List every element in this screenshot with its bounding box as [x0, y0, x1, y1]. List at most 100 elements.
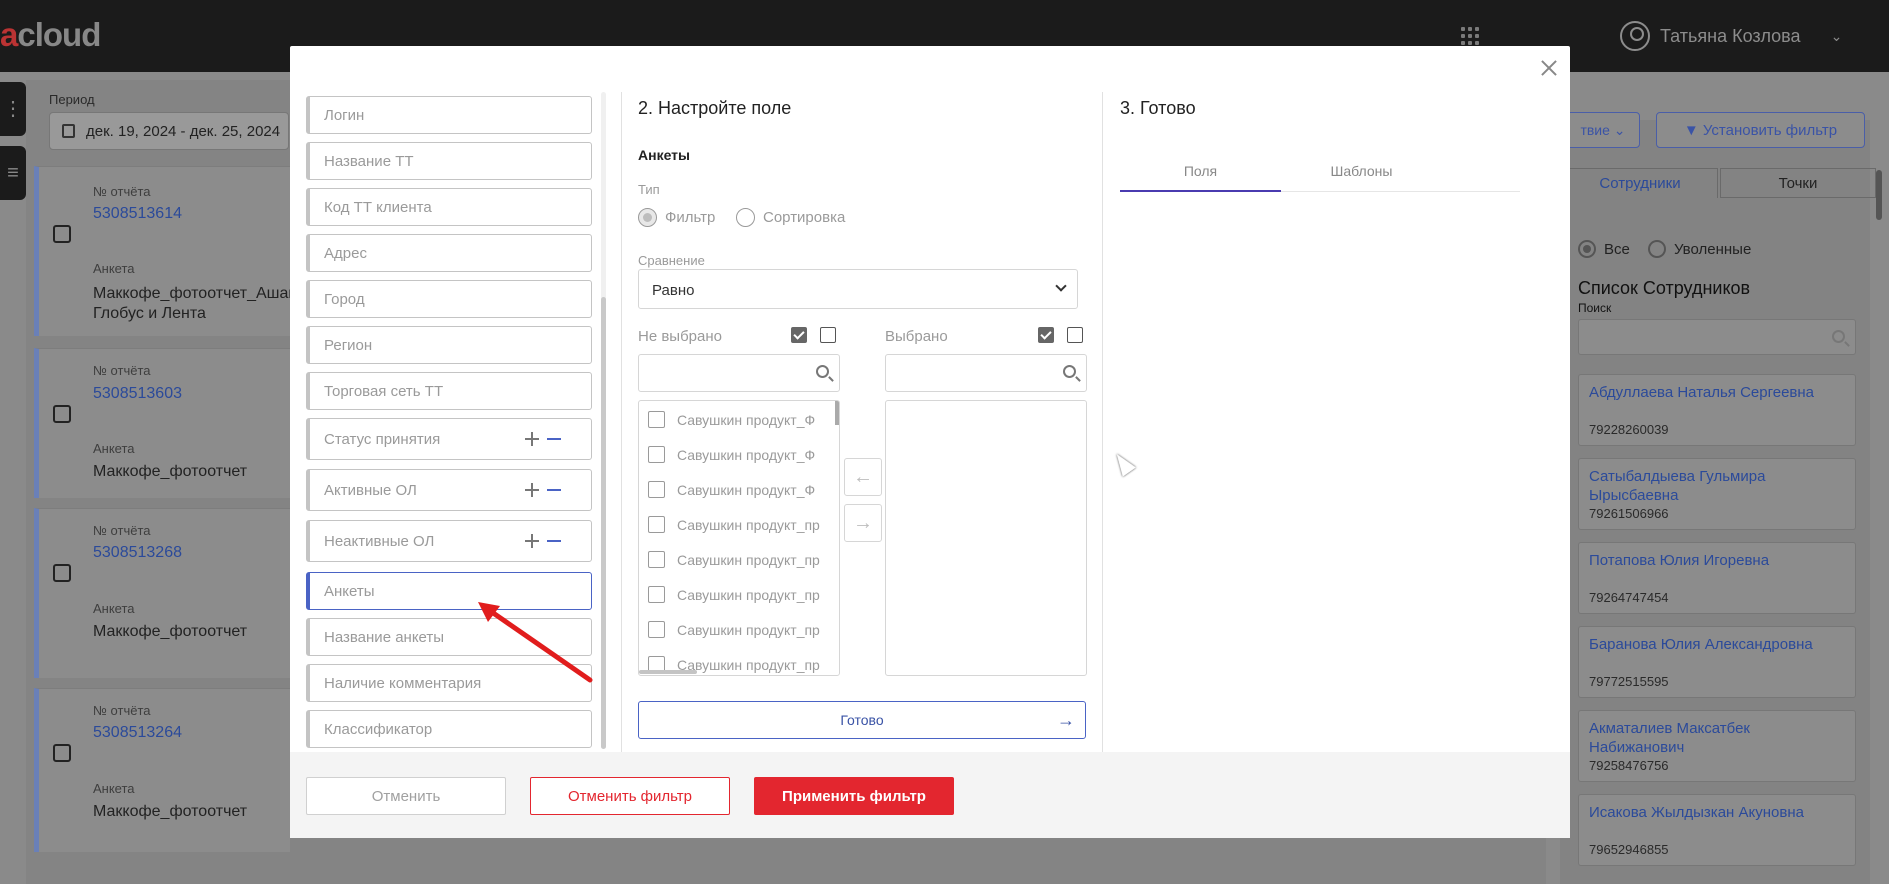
field-item[interactable]: Регион	[306, 326, 592, 364]
done-button[interactable]: Готово →	[638, 701, 1086, 739]
employee-card[interactable]: Исакова Жылдызкан Акуновна 79652946855	[1578, 794, 1856, 866]
step3-title: 3. Готово	[1120, 98, 1196, 118]
move-right-button[interactable]: →	[844, 504, 882, 542]
hamburger-menu-icon[interactable]: ≡	[0, 146, 26, 200]
field-item[interactable]: Город	[306, 280, 592, 318]
employee-card[interactable]: Акматалиев Максатбек Набижанович 79258476…	[1578, 710, 1856, 782]
radio-all[interactable]: Все	[1578, 240, 1630, 258]
selected-search-input[interactable]	[885, 354, 1087, 392]
select-all-checkbox[interactable]	[1038, 327, 1054, 343]
not-selected-list[interactable]: Савушкин продукт_Ф Савушкин продукт_Ф Са…	[638, 400, 840, 676]
field-item[interactable]: Код ТТ клиента	[306, 188, 592, 226]
cancel-button[interactable]: Отменить	[306, 777, 506, 815]
list-item[interactable]: Савушкин продукт_пр	[648, 586, 820, 603]
report-number-link[interactable]: 5308513264	[93, 724, 182, 742]
radio-sort[interactable]: Сортировка	[736, 208, 845, 227]
more-menu-icon[interactable]: ⋮	[0, 82, 26, 136]
deselect-all-checkbox[interactable]	[1067, 327, 1083, 343]
item-checkbox[interactable]	[648, 446, 665, 463]
list-item[interactable]: Савушкин продукт_Ф	[648, 446, 815, 463]
field-item[interactable]: Классификатор	[306, 710, 592, 748]
report-number-label: № отчёта	[93, 703, 151, 718]
field-item[interactable]: Название ТТ	[306, 142, 592, 180]
minus-icon[interactable]	[547, 540, 561, 542]
report-checkbox[interactable]	[53, 744, 71, 762]
anketa-label: Анкета	[93, 441, 135, 456]
employee-card[interactable]: Сатыбалдыева Гульмира Ырысбаевна 79261506…	[1578, 458, 1856, 530]
report-number-link[interactable]: 5308513268	[93, 544, 182, 562]
item-checkbox[interactable]	[648, 621, 665, 638]
plus-icon[interactable]	[525, 483, 539, 497]
minus-icon[interactable]	[547, 438, 561, 440]
cancel-filter-button[interactable]: Отменить фильтр	[530, 777, 730, 815]
calendar-icon	[62, 124, 75, 138]
field-item[interactable]: Торговая сеть ТТ	[306, 372, 592, 410]
plus-icon[interactable]	[525, 534, 539, 548]
list-item[interactable]: Савушкин продукт_пр	[648, 516, 820, 533]
action-dropdown[interactable]: твие ⌄	[1566, 112, 1640, 148]
item-checkbox[interactable]	[648, 586, 665, 603]
item-checkbox[interactable]	[648, 551, 665, 568]
selected-list[interactable]	[885, 400, 1087, 676]
report-checkbox[interactable]	[53, 405, 71, 423]
list-horizontal-scrollbar[interactable]	[639, 670, 697, 674]
field-item[interactable]: Логин	[306, 96, 592, 134]
report-card[interactable]: № отчёта 5308513603 Анкета Маккофе_фотоо…	[34, 348, 290, 498]
employee-card[interactable]: Баранова Юлия Александровна 79772515595	[1578, 626, 1856, 698]
step2-title: 2. Настройте поле	[638, 98, 792, 118]
tab-templates[interactable]: Шаблоны	[1281, 158, 1442, 192]
avatar-icon	[1620, 21, 1650, 51]
field-list-scrollbar[interactable]	[601, 92, 606, 749]
step2-subtitle: Анкеты	[638, 147, 690, 163]
arrow-right-icon: →	[1057, 710, 1075, 730]
set-filter-button[interactable]: ▼ Установить фильтр	[1656, 112, 1865, 148]
field-item[interactable]: Неактивные ОЛ	[306, 520, 592, 562]
not-selected-search-input[interactable]	[638, 354, 840, 392]
chevron-down-icon	[1055, 280, 1067, 292]
report-number-link[interactable]: 5308513603	[93, 385, 182, 403]
radio-fired[interactable]: Уволенные	[1648, 240, 1751, 258]
field-item[interactable]: Статус принятия	[306, 418, 592, 460]
report-checkbox[interactable]	[53, 225, 71, 243]
apps-grid-icon[interactable]	[1461, 27, 1479, 45]
search-icon	[1832, 330, 1845, 343]
apply-filter-button[interactable]: Применить фильтр	[754, 777, 954, 815]
item-checkbox[interactable]	[648, 481, 665, 498]
type-label: Тип	[638, 182, 660, 197]
report-card[interactable]: № отчёта 5308513614 Анкета Маккофе_фотоо…	[34, 166, 302, 336]
divider	[1102, 92, 1103, 752]
radio-filter[interactable]: Фильтр	[638, 208, 715, 227]
deselect-all-checkbox[interactable]	[820, 327, 836, 343]
report-card[interactable]: № отчёта 5308513264 Анкета Маккофе_фотоо…	[34, 688, 290, 852]
minus-icon[interactable]	[547, 489, 561, 491]
field-item[interactable]: Адрес	[306, 234, 592, 272]
field-item[interactable]: Активные ОЛ	[306, 469, 592, 511]
annotation-arrow-icon	[478, 602, 593, 683]
report-card[interactable]: № отчёта 5308513268 Анкета Маккофе_фотоо…	[34, 508, 290, 678]
tab-points[interactable]: Точки	[1720, 168, 1876, 198]
tab-fields[interactable]: Поля	[1120, 158, 1281, 192]
employee-search-input[interactable]	[1578, 319, 1856, 355]
move-left-button[interactable]: ←	[844, 458, 882, 496]
report-number-link[interactable]: 5308513614	[93, 205, 182, 223]
anketa-value: Маккофе_фотоотчет	[93, 463, 248, 480]
list-item[interactable]: Савушкин продукт_пр	[648, 551, 820, 568]
report-number-label: № отчёта	[93, 184, 151, 199]
item-checkbox[interactable]	[648, 516, 665, 533]
list-item[interactable]: Савушкин продукт_Ф	[648, 481, 815, 498]
tab-employees[interactable]: Сотрудники	[1562, 168, 1718, 198]
period-picker[interactable]: дек. 19, 2024 - дек. 25, 2024	[49, 112, 289, 150]
close-icon[interactable]	[1539, 58, 1559, 78]
employee-card[interactable]: Потапова Юлия Игоревна 79264747454	[1578, 542, 1856, 614]
report-checkbox[interactable]	[53, 564, 71, 582]
scrollbar[interactable]	[1876, 170, 1882, 220]
list-item[interactable]: Савушкин продукт_пр	[648, 621, 820, 638]
list-item[interactable]: Савушкин продукт_Ф	[648, 411, 815, 428]
plus-icon[interactable]	[525, 432, 539, 446]
employee-card[interactable]: Абдуллаева Наталья Сергеевна 79228260039	[1578, 374, 1856, 446]
compare-select[interactable]: Равно	[638, 269, 1078, 309]
item-checkbox[interactable]	[648, 411, 665, 428]
list-scrollbar[interactable]	[835, 401, 839, 425]
select-all-checkbox[interactable]	[791, 327, 807, 343]
user-menu[interactable]: Татьяна Козлова ⌄	[1620, 20, 1842, 52]
